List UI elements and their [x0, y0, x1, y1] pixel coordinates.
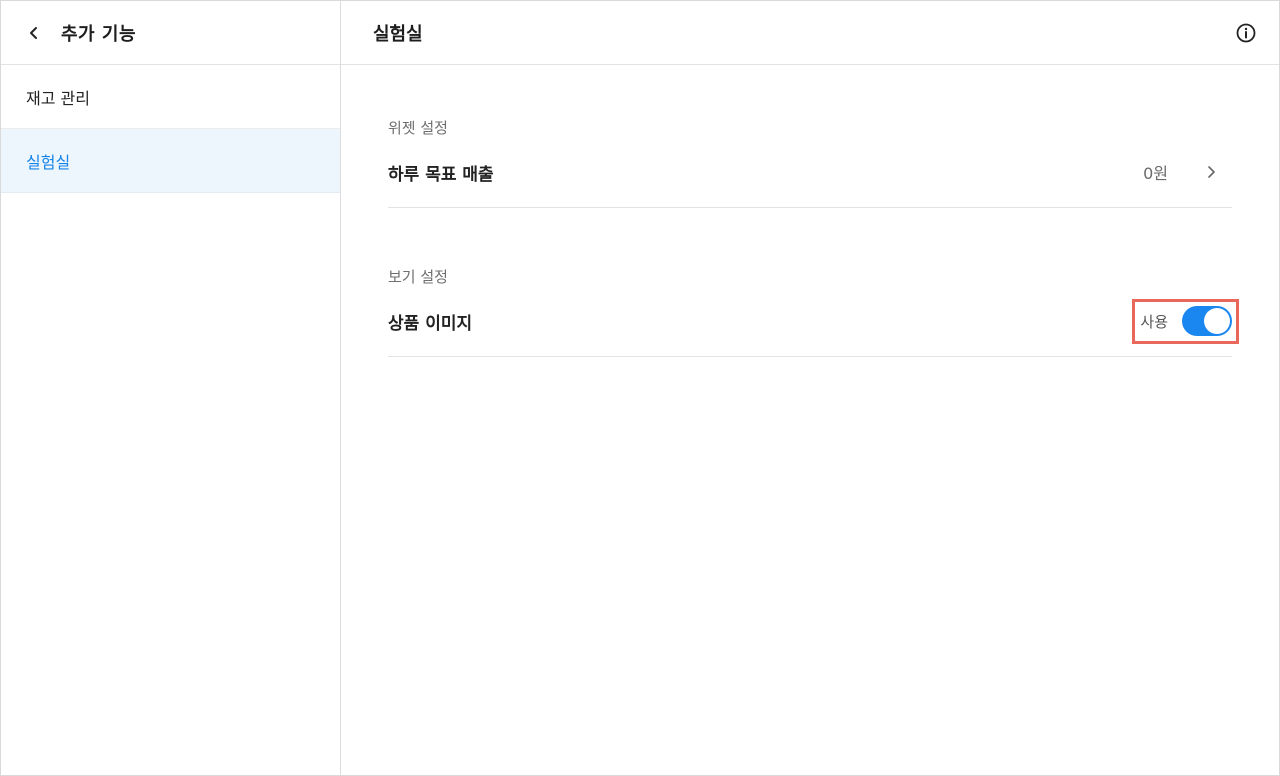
- daily-goal-label: 하루 목표 매출: [388, 164, 494, 185]
- sidebar: 추가 기능 재고 관리 실험실: [1, 1, 341, 775]
- sidebar-item-lab[interactable]: 실험실: [1, 129, 340, 193]
- daily-goal-value: 0원: [1143, 164, 1168, 183]
- app-window: 추가 기능 재고 관리 실험실 실험실 위젯 설정 하루 목표 매출 0원 보기…: [0, 0, 1280, 776]
- sidebar-item-label: 실험실: [26, 152, 71, 172]
- main-panel: 실험실 위젯 설정 하루 목표 매출 0원 보기 설정 상품 이미지 사용: [341, 1, 1279, 775]
- chevron-right-icon: [1208, 166, 1215, 178]
- toggle-knob: [1204, 308, 1230, 334]
- daily-goal-chevron[interactable]: [1204, 165, 1218, 179]
- daily-goal-row[interactable]: 하루 목표 매출 0원: [388, 137, 1232, 208]
- sidebar-header: 추가 기능: [1, 1, 340, 65]
- settings-content: 위젯 설정 하루 목표 매출 0원 보기 설정 상품 이미지 사용: [341, 117, 1279, 357]
- main-header: 실험실: [341, 1, 1279, 65]
- daily-goal-right: 0원: [1143, 160, 1232, 184]
- sidebar-item-inventory[interactable]: 재고 관리: [1, 65, 340, 129]
- chevron-left-icon: [30, 26, 37, 39]
- page-title: 실험실: [373, 23, 423, 45]
- product-image-label: 상품 이미지: [388, 313, 473, 334]
- sidebar-title: 추가 기능: [61, 23, 137, 45]
- info-circle-icon: [1236, 23, 1256, 42]
- sidebar-item-label: 재고 관리: [26, 88, 90, 108]
- back-button[interactable]: [23, 22, 45, 44]
- section-label-view: 보기 설정: [388, 268, 448, 286]
- toggle-label: 사용: [1140, 312, 1168, 331]
- product-image-toggle[interactable]: [1182, 306, 1232, 336]
- section-label-widget: 위젯 설정: [388, 119, 448, 137]
- product-image-toggle-group: 사용: [1132, 298, 1239, 344]
- info-button[interactable]: [1235, 22, 1257, 44]
- product-image-row: 상품 이미지 사용: [388, 286, 1239, 357]
